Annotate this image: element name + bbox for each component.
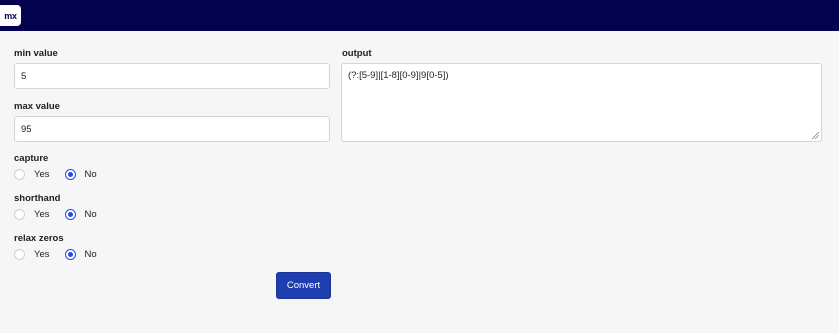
shorthand-yes-option[interactable]: Yes xyxy=(14,208,50,220)
relax-zeros-yes-option[interactable]: Yes xyxy=(14,248,50,260)
relax-zeros-yes-radio[interactable] xyxy=(14,248,25,260)
shorthand-no-label: No xyxy=(84,208,97,220)
max-value-label: max value xyxy=(14,101,60,112)
resize-handle-icon[interactable] xyxy=(812,132,819,139)
capture-label: capture xyxy=(14,153,49,164)
min-value-input[interactable]: 5 xyxy=(14,63,330,89)
capture-yes-label: Yes xyxy=(34,168,50,180)
convert-button[interactable]: Convert xyxy=(276,272,331,299)
relax-zeros-radio-group: Yes No xyxy=(14,248,97,260)
shorthand-no-radio[interactable] xyxy=(64,208,76,220)
capture-yes-radio[interactable] xyxy=(14,168,25,180)
relax-zeros-no-radio[interactable] xyxy=(64,248,76,260)
shorthand-yes-label: Yes xyxy=(34,208,50,220)
output-label: output xyxy=(342,48,372,59)
shorthand-label: shorthand xyxy=(14,193,61,204)
output-text: (?:[5-9]|[1-8][0-9]|9[0-5]) xyxy=(348,70,449,81)
min-value-label: min value xyxy=(14,48,58,59)
top-navigation-bar: mx xyxy=(0,0,839,31)
relax-zeros-label: relax zeros xyxy=(14,233,64,244)
output-textarea[interactable]: (?:[5-9]|[1-8][0-9]|9[0-5]) xyxy=(341,63,822,142)
relax-zeros-no-label: No xyxy=(84,248,97,260)
capture-yes-option[interactable]: Yes xyxy=(14,168,50,180)
capture-radio-group: Yes No xyxy=(14,168,97,180)
app-logo[interactable]: mx xyxy=(0,5,21,26)
capture-no-label: No xyxy=(84,168,97,180)
capture-no-option[interactable]: No xyxy=(64,168,97,180)
shorthand-radio-group: Yes No xyxy=(14,208,97,220)
relax-zeros-no-option[interactable]: No xyxy=(64,248,97,260)
relax-zeros-yes-label: Yes xyxy=(34,248,50,260)
capture-no-radio[interactable] xyxy=(64,168,76,180)
max-value-input[interactable]: 95 xyxy=(14,116,330,142)
shorthand-no-option[interactable]: No xyxy=(64,208,97,220)
shorthand-yes-radio[interactable] xyxy=(14,208,25,220)
